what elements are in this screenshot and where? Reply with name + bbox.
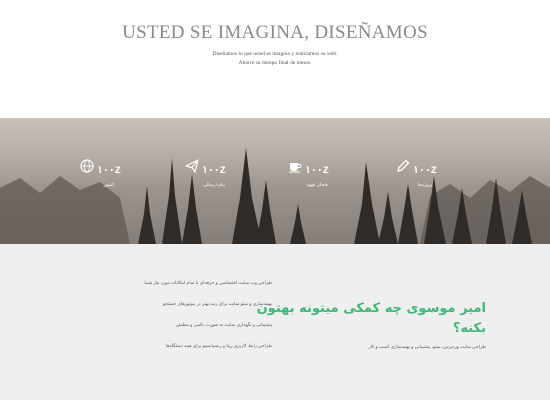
stat-label: فنجان قهوه <box>306 182 328 187</box>
coffee-cup-icon <box>289 163 302 173</box>
stat-label: کشور <box>103 182 115 187</box>
stat-messages: ۱۰۰Z پیام ارسالی <box>184 158 244 188</box>
hero-title: USTED SE IMAGINA, DISEÑAMOS <box>122 22 428 43</box>
feature-list: طراحی وب سایت اختصاصی و حرفه‌ای با تمام … <box>92 280 272 364</box>
hero-subtitle-line-1: Diseñamos lo que usted se imagina y real… <box>212 51 338 57</box>
list-item: طراحی وب سایت اختصاصی و حرفه‌ای با تمام … <box>144 280 272 285</box>
hero-subtitle: Diseñamos lo que usted se imagina y real… <box>0 50 550 68</box>
paper-plane-icon <box>185 159 199 173</box>
list-item: طراحی رابط کاربری زیبا و ریسپانسیو برای … <box>165 343 272 348</box>
hero-header: USTED SE IMAGINA, DISEÑAMOS Diseñamos lo… <box>0 0 550 118</box>
pencil-icon <box>397 159 410 172</box>
section-heading: امیر موسوی چه کمکی میتونه بهتون بکنه؟ <box>256 301 486 336</box>
hero-subtitle-line-2: Ahorre su tiempo final de meses. <box>238 60 312 66</box>
services-section: امیر موسوی چه کمکی میتونه بهتون بکنه؟ طر… <box>0 244 550 400</box>
list-item: بهینه‌سازی و سئو سایت برای رتبه بهتر در … <box>162 301 272 306</box>
stat-label: پیام ارسالی <box>203 182 225 187</box>
stat-coffee: ۱۰۰Z فنجان قهوه <box>287 158 347 188</box>
stat-countries: ۱۰۰Z کشور <box>79 158 139 188</box>
stat-projects: ۱۰۰Z پروژه‌ها <box>395 158 455 188</box>
list-item: پشتیبانی و نگهداری سایت به صورت دائمی و … <box>175 322 272 327</box>
stat-label: پروژه‌ها <box>417 182 433 187</box>
forest-banner: ۱۰۰Z پروژه‌ها ۱۰۰Z فنجان قهوه ۱۰۰Z پیام … <box>0 118 550 244</box>
globe-icon <box>80 159 94 173</box>
section-description: طراحی سایت وردپرس، سئو، پشتیبانی و بهینه… <box>368 344 486 349</box>
